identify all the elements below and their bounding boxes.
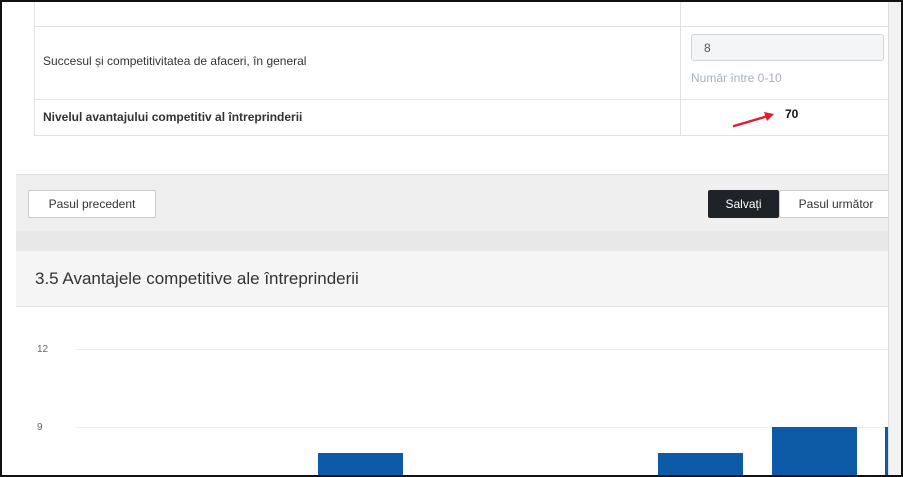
panel-title: 3.5 Avantajele competitive ale întreprin… [35, 269, 359, 288]
table-row: Succesul și competitivitatea de afaceri,… [34, 26, 894, 100]
competitive-advantages-chart: 12 9 [16, 307, 901, 475]
table-row [34, 2, 894, 27]
column-divider [680, 99, 681, 135]
save-button[interactable]: Salvați [708, 190, 779, 218]
total-label: Nivelul avantajului competitiv al întrep… [43, 110, 303, 124]
scrollbar[interactable] [888, 2, 901, 475]
panel-header: 3.5 Avantajele competitive ale întreprin… [16, 251, 894, 307]
chart-bar [772, 427, 857, 475]
screenshot-frame: Succesul și competitivitatea de afaceri,… [0, 0, 903, 477]
previous-step-button[interactable]: Pasul precedent [28, 190, 156, 218]
y-tick-label: 12 [37, 344, 49, 355]
score-hint: Număr între 0-10 [691, 71, 782, 85]
y-tick-label: 9 [37, 422, 43, 433]
section-gap [16, 231, 894, 251]
column-divider [680, 26, 681, 99]
form-footer: Pasul precedent Salvați Pasul următor [16, 174, 894, 232]
page-content: Succesul și competitivitatea de afaceri,… [16, 2, 901, 475]
column-divider [680, 2, 681, 26]
table-row-total: Nivelul avantajului competitiv al întrep… [34, 99, 894, 136]
chart-bar [318, 453, 403, 475]
total-value: 70 [785, 107, 799, 121]
chart-bar [658, 453, 743, 475]
red-arrow-icon [732, 112, 774, 128]
score-input[interactable]: 8 [691, 34, 884, 61]
next-step-button[interactable]: Pasul următor [779, 190, 893, 218]
criterion-label: Succesul și competitivitatea de afaceri,… [43, 54, 307, 68]
gridline [75, 349, 894, 350]
